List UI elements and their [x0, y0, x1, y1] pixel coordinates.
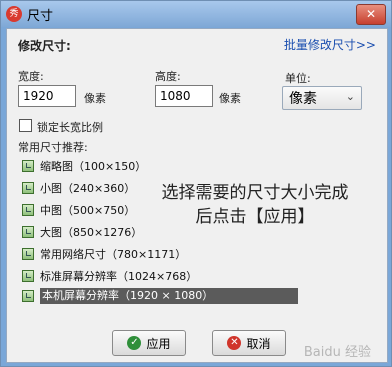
- height-unit-label: 像素: [219, 92, 241, 105]
- instruction-line-2: 后点击【应用】: [195, 207, 315, 227]
- width-unit-label: 像素: [84, 92, 106, 105]
- preset-item-selected[interactable]: 本机屏幕分辨率（1920 × 1080）: [22, 287, 298, 305]
- unit-select-value: 像素: [289, 91, 317, 107]
- instruction-line-1: 选择需要的尺寸大小完成: [161, 183, 349, 203]
- apply-button-label: 应用: [146, 336, 171, 351]
- title-bar: 秀 尺寸 ✕: [1, 1, 391, 27]
- preset-item-label: 常用网络尺寸（780×1171）: [40, 248, 187, 261]
- preset-item[interactable]: 小图（240×360）: [22, 179, 135, 197]
- size-dialog: 秀 尺寸 ✕ 修改尺寸: 批量修改尺寸>> 宽度: 1920 像素 高度: 10…: [0, 0, 392, 367]
- check-icon: ✓: [127, 336, 142, 350]
- preset-item[interactable]: 中图（500×750）: [22, 201, 135, 219]
- dialog-body: 修改尺寸: 批量修改尺寸>> 宽度: 1920 像素 高度: 1080 像素 单…: [6, 28, 388, 363]
- apply-button[interactable]: ✓ 应用: [112, 330, 186, 356]
- height-label: 高度:: [155, 70, 181, 83]
- cancel-button[interactable]: ✕ 取消: [212, 330, 286, 356]
- close-button[interactable]: ✕: [356, 4, 386, 25]
- preset-item-label: 小图（240×360）: [40, 182, 136, 195]
- preset-item[interactable]: 标准屏幕分辨率（1024×768）: [22, 267, 197, 285]
- preset-item-label: 中图（500×750）: [40, 204, 136, 217]
- preset-item-label: 缩略图（100×150）: [40, 160, 147, 173]
- image-icon: [22, 270, 34, 282]
- preset-item-label: 标准屏幕分辨率（1024×768）: [40, 270, 198, 283]
- batch-resize-link[interactable]: 批量修改尺寸>>: [284, 36, 376, 53]
- preset-item-label: 本机屏幕分辨率（1920 × 1080）: [40, 288, 298, 304]
- unit-label: 单位:: [285, 72, 311, 85]
- chevron-down-icon: ⌄: [345, 90, 355, 103]
- app-logo-icon: 秀: [6, 6, 22, 22]
- dialog-title: 尺寸: [27, 9, 54, 24]
- image-icon: [22, 226, 34, 238]
- cancel-icon: ✕: [227, 336, 242, 350]
- image-icon: [22, 160, 34, 172]
- cancel-button-label: 取消: [246, 336, 271, 351]
- image-icon: [22, 182, 34, 194]
- instruction-overlay: 选择需要的尺寸大小完成 后点击【应用】: [125, 181, 385, 229]
- watermark: Baidu 经验: [303, 345, 371, 360]
- height-input[interactable]: 1080: [155, 85, 213, 107]
- presets-title: 常用尺寸推荐:: [18, 141, 88, 154]
- lock-ratio-checkbox[interactable]: [19, 119, 32, 132]
- image-icon: [22, 248, 34, 260]
- lock-ratio-label: 锁定长宽比例: [37, 121, 103, 134]
- width-label: 宽度:: [18, 70, 44, 83]
- width-input[interactable]: 1920: [18, 85, 76, 107]
- resize-section-title: 修改尺寸:: [18, 39, 71, 53]
- preset-item[interactable]: 缩略图（100×150）: [22, 157, 146, 175]
- image-icon: [22, 204, 34, 216]
- image-icon: [22, 290, 34, 302]
- unit-select[interactable]: 像素 ⌄: [282, 86, 362, 110]
- preset-item[interactable]: 常用网络尺寸（780×1171）: [22, 245, 186, 263]
